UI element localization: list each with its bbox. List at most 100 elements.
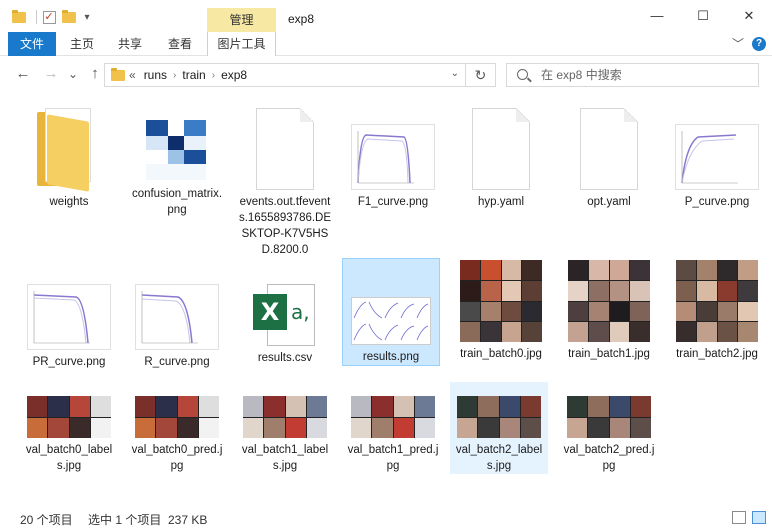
file-name: results.csv: [257, 352, 313, 364]
file-name: train_batch0.jpg: [460, 348, 542, 360]
file-name: R_curve.png: [144, 356, 210, 368]
tab-file[interactable]: 文件: [8, 32, 56, 56]
list-item[interactable]: train_batch0.jpg: [452, 260, 550, 364]
help-icon[interactable]: ?: [752, 37, 766, 51]
tab-home[interactable]: 主页: [62, 32, 102, 56]
file-name: val_batch0_pred.jpg: [131, 444, 223, 472]
file-name: events.out.tfevents.1655893786.DESKTOP-K…: [238, 196, 332, 256]
tab-view[interactable]: 查看: [160, 32, 200, 56]
chevron-right-icon[interactable]: ›: [210, 70, 217, 81]
file-name: val_batch0_labels.jpg: [25, 444, 113, 472]
tab-share[interactable]: 共享: [110, 32, 150, 56]
chevron-right-icon[interactable]: ›: [171, 70, 178, 81]
file-name: confusion_matrix.png: [131, 188, 223, 216]
file-name: val_batch1_pred.jpg: [347, 444, 439, 472]
curve-thumbnail: [351, 124, 435, 190]
file-name: hyp.yaml: [477, 196, 525, 208]
file-name: PR_curve.png: [32, 356, 106, 368]
refresh-button[interactable]: ↻: [465, 63, 495, 87]
maximize-button[interactable]: ☐: [680, 0, 726, 32]
file-name: opt.yaml: [587, 196, 631, 208]
minimize-button[interactable]: —: [634, 0, 680, 32]
breadcrumb-exp8[interactable]: exp8: [217, 68, 251, 82]
image-thumbnail: [460, 260, 542, 342]
file-name: train_batch1.jpg: [568, 348, 650, 360]
list-item[interactable]: hyp.yaml: [452, 100, 550, 212]
search-input[interactable]: [541, 66, 751, 84]
curve-thumbnail: [135, 284, 219, 350]
image-thumbnail: [457, 396, 541, 438]
list-item[interactable]: val_batch1_pred.jpg: [344, 382, 442, 476]
file-name: train_batch2.jpg: [676, 348, 758, 360]
confusion-matrix-thumbnail: [140, 120, 214, 182]
manage-context-tab[interactable]: 管理: [207, 8, 276, 32]
address-bar[interactable]: « runs › train › exp8 ⌄ ↻: [104, 63, 496, 87]
image-thumbnail: [135, 396, 219, 438]
list-item[interactable]: train_batch2.jpg: [668, 260, 766, 364]
status-bar: 20 个项目 选中 1 个项目 237 KB: [0, 505, 772, 530]
window-title: exp8: [288, 12, 315, 26]
quick-access-dropdown-icon[interactable]: ▾: [80, 8, 94, 26]
back-button[interactable]: ←: [12, 63, 34, 85]
file-name: val_batch2_pred.jpg: [563, 444, 655, 472]
list-item[interactable]: weights: [20, 100, 118, 212]
list-item[interactable]: val_batch0_pred.jpg: [128, 382, 226, 476]
file-name: val_batch1_labels.jpg: [241, 444, 329, 472]
image-thumbnail: [676, 260, 758, 342]
list-item[interactable]: R_curve.png: [128, 260, 226, 372]
new-folder-icon[interactable]: [60, 8, 78, 26]
properties-check-icon[interactable]: ✓: [40, 8, 58, 26]
list-item[interactable]: X a, results.csv: [236, 260, 334, 368]
recent-locations-button[interactable]: ⌄: [62, 63, 84, 85]
item-count: 20 个项目: [20, 513, 73, 527]
image-thumbnail: [351, 396, 435, 438]
list-item[interactable]: F1_curve.png: [344, 100, 442, 212]
list-item[interactable]: confusion_matrix.png: [128, 100, 226, 220]
list-item[interactable]: P_curve.png: [668, 100, 766, 212]
list-item[interactable]: opt.yaml: [560, 100, 658, 212]
list-item-hovered[interactable]: val_batch2_labels.jpg: [450, 382, 548, 474]
document-icon: [236, 108, 334, 190]
file-name: val_batch2_labels.jpg: [455, 444, 543, 472]
folder-icon[interactable]: [10, 8, 28, 26]
list-item[interactable]: events.out.tfevents.1655893786.DESKTOP-K…: [236, 100, 334, 260]
forward-button[interactable]: →: [40, 63, 62, 85]
list-item[interactable]: train_batch1.jpg: [560, 260, 658, 364]
document-icon: [452, 108, 550, 190]
close-button[interactable]: ✕: [726, 0, 772, 32]
breadcrumb-train[interactable]: train: [178, 68, 209, 82]
file-name: F1_curve.png: [357, 196, 429, 208]
image-thumbnail: [568, 260, 650, 342]
title-bar: ✓ ▾ 管理 exp8 — ☐ ✕: [0, 0, 772, 32]
expand-ribbon-icon[interactable]: ﹀: [732, 32, 744, 56]
details-view-icon[interactable]: [732, 511, 746, 524]
image-thumbnail: [27, 396, 111, 438]
results-thumbnail: [351, 297, 431, 345]
image-thumbnail: [567, 396, 651, 438]
image-thumbnail: [243, 396, 327, 438]
folder-icon: [111, 67, 125, 81]
breadcrumb-overflow[interactable]: «: [125, 68, 140, 82]
list-item[interactable]: val_batch0_labels.jpg: [20, 382, 118, 476]
file-name: P_curve.png: [684, 196, 750, 208]
list-item[interactable]: val_batch2_pred.jpg: [560, 382, 658, 476]
address-dropdown-icon[interactable]: ⌄: [451, 68, 459, 79]
up-button[interactable]: ↑: [84, 63, 106, 85]
list-item[interactable]: PR_curve.png: [20, 260, 118, 372]
list-item-selected[interactable]: results.png: [342, 258, 440, 366]
search-icon: [517, 69, 528, 80]
folder-icon: [20, 108, 118, 192]
navigation-bar: ← → ⌄ ↑ « runs › train › exp8 ⌄ ↻: [0, 57, 772, 93]
selection-info: 选中 1 个项目 237 KB: [88, 513, 208, 527]
file-name: results.png: [362, 351, 420, 363]
large-icons-view-icon[interactable]: [752, 511, 766, 524]
curve-thumbnail: [675, 124, 759, 190]
quick-access-separator: [36, 10, 37, 24]
tab-picture-tools[interactable]: 图片工具: [207, 32, 276, 56]
document-icon: [560, 108, 658, 190]
curve-thumbnail: [27, 284, 111, 350]
breadcrumb-runs[interactable]: runs: [140, 68, 171, 82]
list-item[interactable]: val_batch1_labels.jpg: [236, 382, 334, 476]
search-box[interactable]: [506, 63, 759, 87]
ribbon-tabs: 文件 主页 共享 查看 图片工具 ﹀ ?: [0, 32, 772, 56]
